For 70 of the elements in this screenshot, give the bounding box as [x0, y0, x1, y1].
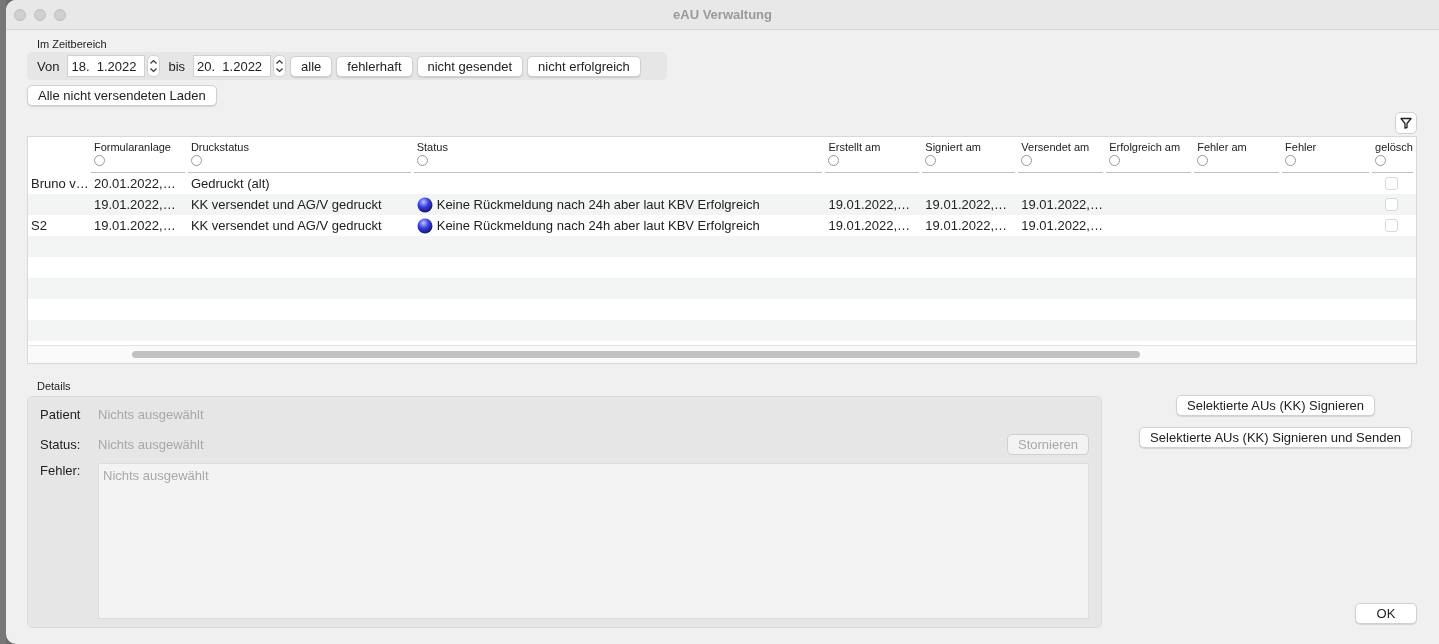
field-label: Status: — [40, 437, 82, 452]
column-filter-radio[interactable] — [828, 155, 840, 166]
patient-value: Nichts ausgewählt — [98, 407, 204, 422]
window-title: eAU Verwaltung — [673, 7, 772, 22]
column-filter-radio[interactable] — [1197, 155, 1209, 166]
filter-icon — [1400, 117, 1412, 129]
status-orb-icon — [416, 196, 433, 213]
close-button[interactable] — [14, 8, 26, 21]
field-label: Fehler: — [40, 463, 82, 480]
error-text-area[interactable]: Nichts ausgewählt — [98, 463, 1089, 619]
table-cell: S2 — [31, 218, 47, 233]
group-label: Details — [37, 380, 71, 392]
column-filter-radio[interactable] — [1021, 155, 1033, 166]
field-label: Patient — [40, 407, 82, 422]
table-cell: Keine Rückmeldung nach 24h aber laut KBV Erfolgreich — [436, 197, 760, 212]
ok-button[interactable]: OK — [1355, 603, 1417, 624]
load-button[interactable]: Alle nicht versendeten Laden — [27, 85, 217, 106]
filter-button[interactable]: fehlerhaft — [336, 55, 413, 77]
column-header[interactable]: Status — [416, 141, 821, 153]
column-header[interactable]: Signiert am — [925, 141, 1014, 153]
column-filter-radio[interactable] — [190, 155, 202, 166]
from-date-field[interactable]: 18. 1.2022 — [67, 55, 146, 77]
stepper-icon[interactable] — [273, 55, 287, 77]
filter-button[interactable]: nicht erfolgreich — [527, 55, 641, 77]
table-cell: 19.01.2022,… — [93, 218, 176, 233]
minimize-button[interactable] — [34, 8, 46, 21]
table-cell: Gedruckt (alt) — [190, 176, 270, 191]
column-filter-radio[interactable] — [1375, 155, 1387, 166]
table-cell: Bruno v… — [31, 176, 89, 191]
table-cell: 20.01.2022,… — [93, 176, 176, 191]
sign-button[interactable]: Selektierte AUs (KK) Signieren — [1176, 395, 1375, 416]
table-cell: 19.01.2022,… — [93, 197, 176, 212]
column-filter-radio[interactable] — [1109, 155, 1121, 166]
table-cell: 19.01.2022,… — [925, 218, 1008, 233]
table-cell: Keine Rückmeldung nach 24h aber laut KBV Erfolgreich — [436, 218, 760, 233]
to-label: bis — [168, 58, 186, 74]
table-cell: 19.01.2022,… — [1021, 218, 1103, 233]
stepper-icon[interactable] — [147, 55, 161, 77]
table-cell: 19.01.2022,… — [828, 218, 911, 233]
status-value: Nichts ausgewählt — [98, 437, 204, 452]
status-orb-icon — [416, 217, 433, 234]
deleted-checkbox[interactable] — [1385, 219, 1399, 232]
column-header[interactable]: Druckstatus — [190, 141, 409, 153]
group-label: Im Zeitbereich — [37, 38, 107, 50]
sign-button[interactable]: Selektierte AUs (KK) Signieren und Senden — [1139, 427, 1412, 448]
deleted-checkbox[interactable] — [1385, 177, 1399, 190]
zoom-button[interactable] — [54, 8, 66, 21]
table-cell: 19.01.2022,… — [925, 197, 1008, 212]
to-date-field[interactable]: 20. 1.2022 — [193, 55, 272, 77]
from-label: Von — [37, 58, 60, 74]
table-cell: 19.01.2022,… — [828, 197, 911, 212]
table-cell: 19.01.2022,… — [1021, 197, 1103, 212]
column-header[interactable]: gelösch — [1375, 141, 1411, 153]
column-filter-radio[interactable] — [925, 155, 937, 166]
column-header[interactable]: Fehler — [1285, 141, 1368, 153]
column-header[interactable]: Fehler am — [1197, 141, 1278, 153]
column-header[interactable]: Formularanlage — [93, 141, 183, 153]
filter-button[interactable]: nicht gesendet — [416, 55, 524, 77]
table-cell: KK versendet und AG/V gedruckt — [190, 218, 382, 233]
column-filter-radio[interactable] — [93, 155, 105, 166]
column-header[interactable]: Erstellt am — [828, 141, 918, 153]
column-header[interactable]: Erfolgreich am — [1109, 141, 1190, 153]
column-header[interactable]: Versendet am — [1021, 141, 1102, 153]
table-cell: KK versendet und AG/V gedruckt — [190, 197, 382, 212]
column-filter-radio[interactable] — [416, 155, 428, 166]
filter-button[interactable]: alle — [290, 55, 333, 77]
horizontal-scrollbar[interactable] — [132, 351, 1140, 358]
column-filter-radio[interactable] — [1285, 155, 1297, 166]
filter-button[interactable] — [1395, 112, 1417, 134]
deleted-checkbox[interactable] — [1385, 198, 1399, 211]
